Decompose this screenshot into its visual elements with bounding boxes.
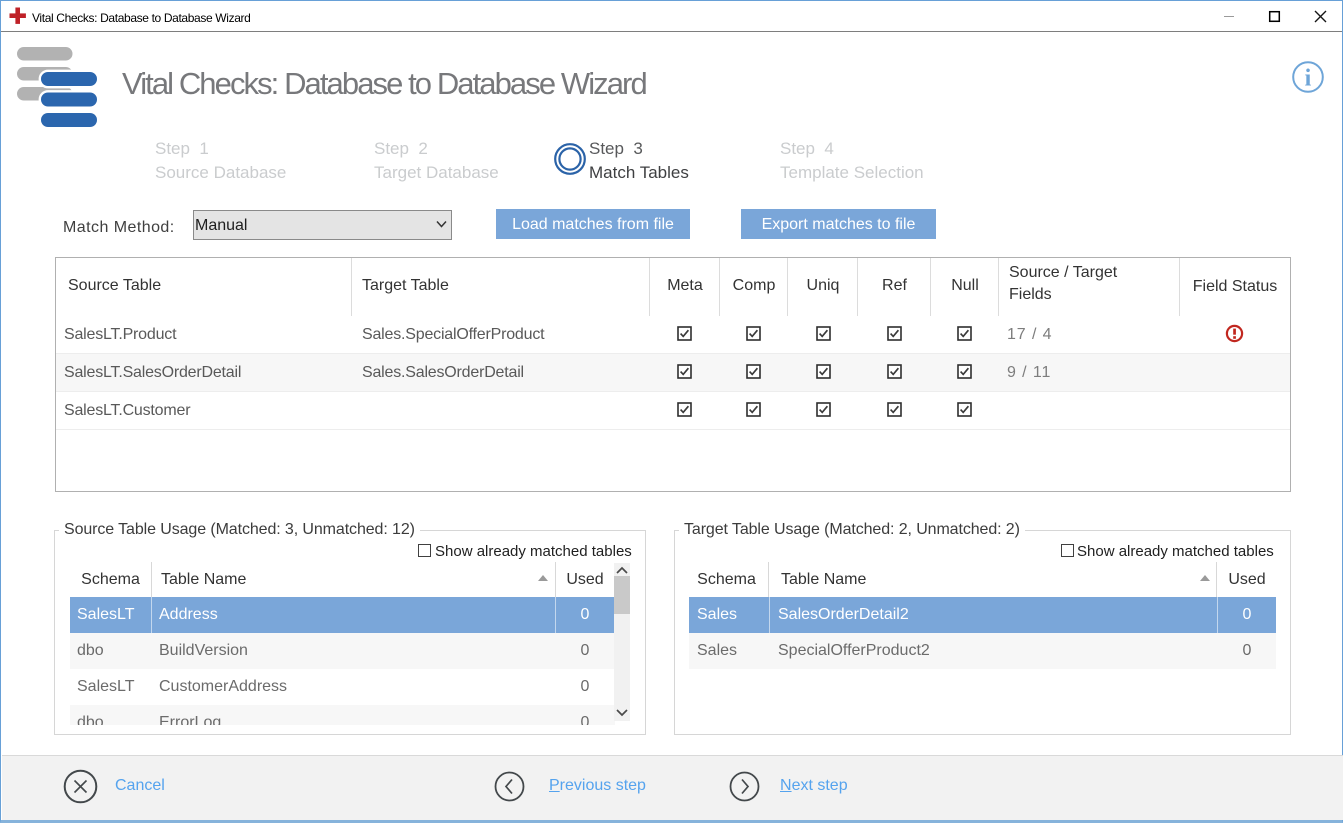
svg-text:i: i: [1305, 66, 1312, 92]
